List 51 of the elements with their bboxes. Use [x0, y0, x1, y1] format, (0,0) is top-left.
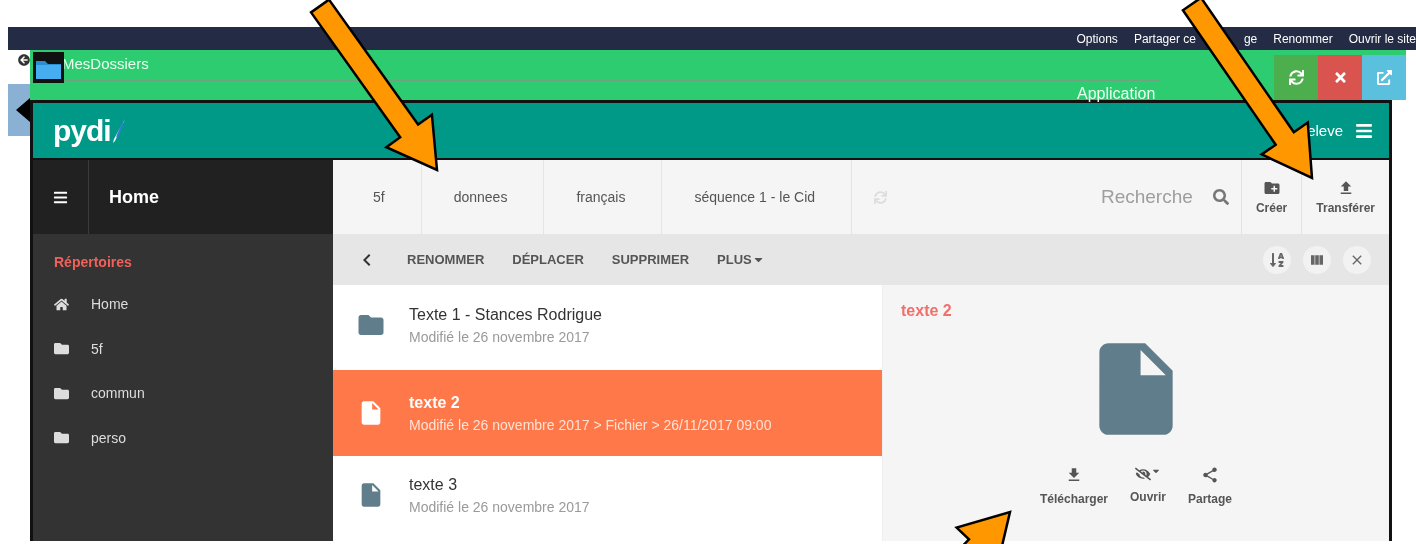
- folder-icon: [54, 341, 69, 357]
- app-title: MesDossiers: [62, 55, 150, 72]
- menu-link[interactable]: Options: [1076, 31, 1118, 46]
- file-details: Modifié le 26 novembre 2017: [409, 498, 590, 515]
- refresh-button[interactable]: [1274, 55, 1318, 100]
- back-icon[interactable]: [18, 54, 30, 66]
- columns-button[interactable]: [1303, 245, 1331, 274]
- sort-icon: [1269, 251, 1285, 268]
- logo: pydi: [53, 113, 111, 148]
- search-field[interactable]: Recherche: [1098, 185, 1213, 209]
- eye-slash-icon: [1135, 466, 1161, 482]
- action-button[interactable]: DÉPLACER: [512, 252, 584, 267]
- menu-link[interactable]: Renommer: [1273, 31, 1333, 46]
- menu-link[interactable]: Partager ce: [1133, 31, 1196, 46]
- detail-action-button[interactable]: Ouvrir: [1130, 466, 1166, 506]
- file-name: texte 3: [409, 475, 459, 494]
- sidebar-item[interactable]: perso: [91, 429, 127, 446]
- external-link-button[interactable]: [1362, 55, 1406, 100]
- detail-title: texte 2: [901, 302, 952, 320]
- file-details: Modifié le 26 novembre 2017: [409, 328, 591, 345]
- search-icon[interactable]: [1212, 189, 1229, 205]
- app-subtitle: Application: [1077, 85, 1157, 103]
- folder-icon: [54, 430, 69, 446]
- menu-link-fragment[interactable]: ge: [1243, 31, 1258, 46]
- folder-plus-icon: [1262, 179, 1281, 197]
- collapse-tab[interactable]: [8, 84, 30, 136]
- folder-icon: [33, 52, 64, 83]
- file-name: texte 2: [409, 393, 461, 412]
- action-button[interactable]: RENOMMER: [407, 252, 485, 267]
- share-icon: [1201, 466, 1220, 484]
- section-heading: Répertoires: [54, 254, 133, 270]
- detail-action-button[interactable]: Télécharger: [1039, 466, 1108, 506]
- file-name: Texte 1 - Stances Rodrigue: [409, 305, 602, 324]
- menu-icon[interactable]: [1355, 121, 1373, 140]
- close-button[interactable]: [1343, 245, 1371, 274]
- refresh-icon: [1288, 70, 1304, 85]
- action-button[interactable]: SUPPRIMER: [611, 252, 690, 267]
- external-link-icon: [1376, 70, 1392, 85]
- sidebar-item[interactable]: 5f: [91, 340, 103, 357]
- folder-icon: [54, 385, 69, 401]
- menu-link[interactable]: Ouvrir le site: [1348, 31, 1416, 46]
- sidebar-item[interactable]: commun: [91, 385, 145, 402]
- sidebar-item[interactable]: Home: [91, 296, 129, 313]
- sort-button[interactable]: [1263, 245, 1291, 274]
- sidebar-title: Home: [109, 186, 159, 208]
- action-button[interactable]: PLUS: [717, 252, 765, 267]
- home-icon: [54, 296, 69, 312]
- close-button[interactable]: [1318, 55, 1362, 100]
- user-name[interactable]: eleve: [1307, 122, 1343, 139]
- file-details: Modifié le 26 novembre 2017 > Fichier > 26/11/2017 09:00: [409, 416, 772, 433]
- detail-action-button[interactable]: Partage: [1188, 466, 1233, 506]
